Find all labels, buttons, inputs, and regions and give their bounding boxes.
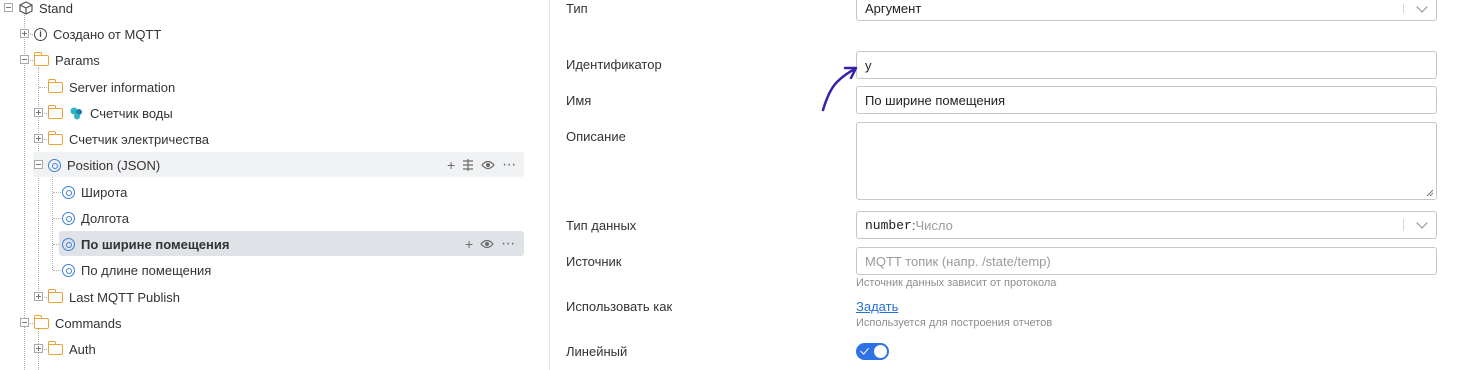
add-icon[interactable]: +	[447, 157, 455, 173]
chevron-down-icon	[1416, 217, 1428, 229]
tree-node-label: Auth	[69, 341, 96, 357]
annotation-arrow-icon	[821, 66, 858, 112]
resize-handle-icon[interactable]	[1426, 189, 1434, 197]
identifier-value: y	[865, 57, 872, 73]
tree-node-label: Stand	[39, 0, 73, 16]
use-as-label: Использовать как	[566, 299, 673, 314]
tree-node-stand[interactable]: Stand	[19, 0, 73, 20]
info-icon: i	[34, 27, 47, 41]
tree-node-latitude[interactable]: Широта	[62, 180, 127, 204]
tree-node-label: Счетчик электричества	[69, 131, 209, 147]
folder-icon	[47, 288, 63, 303]
data-type-text: Число	[915, 217, 953, 233]
folder-icon	[33, 51, 49, 66]
type-value: Аргумент	[865, 1, 922, 16]
tree-node-label: Создано от MQTT	[53, 26, 162, 42]
tree-node-label: Params	[55, 52, 100, 68]
eye-icon[interactable]	[481, 160, 495, 170]
eye-icon[interactable]	[480, 239, 494, 249]
tree-node-label: Счетчик воды	[90, 105, 173, 121]
folder-icon	[47, 130, 63, 145]
select-separator	[1403, 219, 1404, 231]
expander-electric-meter[interactable]	[34, 134, 43, 143]
object-tree: Stand i Создано от MQTT Params Server in…	[0, 0, 550, 370]
more-icon[interactable]: ⋯	[502, 156, 516, 173]
folder-icon	[47, 340, 63, 355]
description-label: Описание	[566, 129, 626, 144]
data-type-label: Тип данных	[566, 218, 637, 233]
name-label: Имя	[566, 93, 592, 108]
expander-auth[interactable]	[34, 344, 43, 353]
selected-row-actions: + ⋯	[465, 235, 515, 252]
identifier-label: Идентификатор	[566, 57, 662, 72]
chevron-down-icon	[1416, 0, 1428, 13]
tree-node-water-meter[interactable]: Счетчик воды	[47, 101, 173, 125]
tree-node-label: По ширине помещения	[81, 236, 230, 252]
expander-params[interactable]	[20, 55, 29, 64]
tree-node-params[interactable]: Params	[33, 48, 100, 72]
tree-node-commands[interactable]: Commands	[33, 311, 122, 335]
tree-node-room-width[interactable]: По ширине помещения	[62, 232, 229, 256]
param-icon	[62, 211, 75, 225]
check-icon	[860, 345, 869, 355]
expander-last-publish[interactable]	[34, 292, 43, 301]
name-value: По ширине помещения	[865, 92, 1006, 108]
tree-node-auth[interactable]: Auth	[47, 337, 96, 361]
water-meter-icon	[70, 107, 82, 119]
folder-icon	[47, 78, 63, 93]
data-type-code: number	[865, 217, 912, 233]
more-icon[interactable]: ⋯	[501, 235, 515, 252]
expander-stand[interactable]	[4, 3, 13, 12]
tree-node-label: Position (JSON)	[67, 157, 161, 173]
linear-toggle[interactable]	[856, 343, 889, 360]
linear-label: Линейный	[566, 344, 628, 359]
tree-node-room-length[interactable]: По длине помещения	[62, 258, 211, 282]
name-input[interactable]: По ширине помещения	[856, 86, 1437, 114]
tree-node-label: Last MQTT Publish	[69, 289, 181, 305]
filter-icon[interactable]	[462, 158, 474, 171]
source-label: Источник	[566, 254, 622, 269]
expander-created-mqtt[interactable]	[20, 29, 29, 38]
tree-node-longitude[interactable]: Долгота	[62, 206, 129, 230]
set-usage-link[interactable]: Задать	[856, 299, 898, 314]
toggle-knob	[874, 345, 887, 358]
tree-node-position[interactable]: Position (JSON)	[48, 153, 160, 177]
position-row-actions: + ⋯	[447, 156, 516, 173]
source-placeholder: MQTT топик (напр. /state/temp)	[865, 253, 1051, 269]
type-select[interactable]: Аргумент	[856, 0, 1437, 21]
cube-icon	[19, 1, 33, 15]
param-icon	[48, 158, 61, 172]
param-icon	[62, 185, 75, 199]
use-as-hint: Используется для построения отчетов	[856, 317, 1053, 329]
tree-node-created-mqtt[interactable]: i Создано от MQTT	[34, 22, 161, 46]
tree-node-label: Долгота	[81, 210, 129, 226]
source-input[interactable]: MQTT топик (напр. /state/temp)	[856, 247, 1437, 275]
tree-node-label: Широта	[81, 184, 128, 200]
data-type-select[interactable]: number : Число	[856, 211, 1437, 239]
type-label: Тип	[566, 1, 588, 16]
tree-node-electric-meter[interactable]: Счетчик электричества	[47, 127, 209, 151]
select-separator	[1403, 4, 1404, 13]
tree-node-server-info[interactable]: Server information	[47, 75, 176, 99]
tree-node-last-publish[interactable]: Last MQTT Publish	[47, 285, 181, 309]
folder-icon	[33, 314, 49, 329]
identifier-input[interactable]: y	[856, 51, 1437, 79]
tree-node-label: Server information	[69, 79, 176, 95]
param-icon	[62, 263, 75, 277]
source-hint: Источник данных зависит от протокола	[856, 277, 1057, 289]
expander-position[interactable]	[34, 160, 43, 169]
description-textarea[interactable]	[856, 122, 1437, 200]
tree-node-label: Commands	[55, 315, 122, 331]
folder-icon	[47, 104, 63, 119]
expander-water-meter[interactable]	[34, 108, 43, 117]
param-icon	[62, 237, 75, 251]
tree-node-label: По длине помещения	[81, 262, 212, 278]
expander-commands[interactable]	[20, 318, 29, 327]
add-icon[interactable]: +	[465, 236, 473, 252]
app-root: Stand i Создано от MQTT Params Server in…	[0, 0, 1457, 370]
